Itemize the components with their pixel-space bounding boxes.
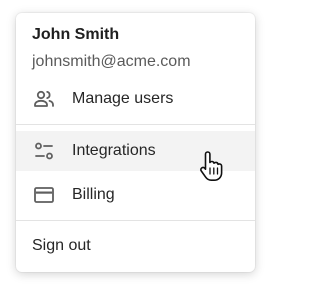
divider bbox=[16, 124, 255, 125]
hand-pointer-cursor-icon bbox=[198, 151, 226, 181]
menu-item-label: Billing bbox=[72, 186, 115, 203]
menu-item-label: Integrations bbox=[72, 142, 156, 159]
menu-item-label: Manage users bbox=[72, 90, 174, 107]
sliders-icon bbox=[32, 139, 56, 163]
user-name: John Smith bbox=[32, 26, 120, 43]
divider bbox=[16, 220, 255, 221]
users-icon bbox=[32, 87, 56, 111]
account-dropdown-menu: John Smith johnsmith@acme.com Manage use… bbox=[16, 13, 255, 272]
sign-out-button[interactable]: Sign out bbox=[32, 237, 91, 255]
credit-card-icon bbox=[32, 183, 56, 207]
menu-item-manage-users[interactable]: Manage users bbox=[16, 79, 255, 119]
user-email: johnsmith@acme.com bbox=[32, 53, 191, 70]
